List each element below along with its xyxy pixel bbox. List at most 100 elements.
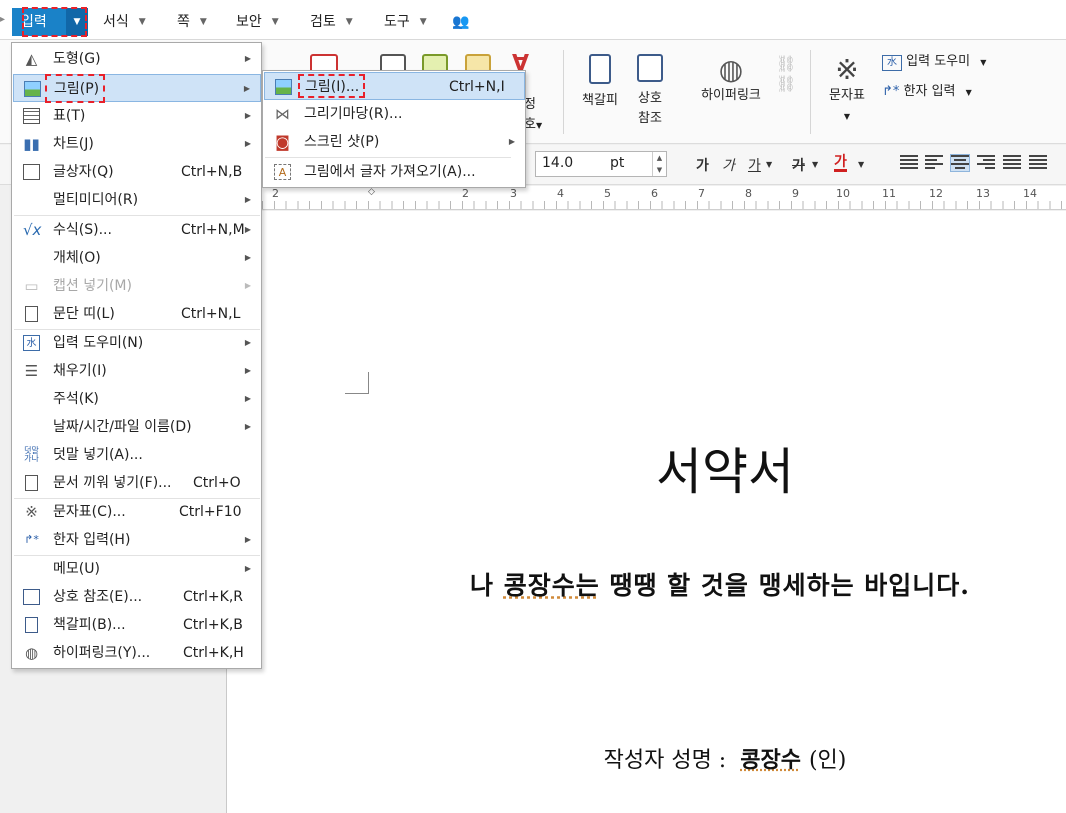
font-color-button[interactable]: 가 [834,155,847,172]
italic-button[interactable]: 가 [722,155,735,175]
menu-item-input-helper[interactable]: 水 입력 도우미(N) ▶ [13,329,261,357]
menu-item-hanja[interactable]: ↱* 한자 입력(H) ▶ [13,526,261,554]
bookmark-label: 책갈피 [582,93,618,108]
menu-item-insert-document[interactable]: 문서 끼워 넣기(F)... Ctrl+O [13,469,261,497]
bookmark-icon [25,617,38,633]
menu-item-caption: ▭ 캡션 넣기(M) ▶ [13,272,261,300]
picture-submenu: 그림(I)... Ctrl+N,I ⋈ 그리기마당(R)... ◙ 스크린 샷(P) ▶… [262,70,526,188]
chevron-down-icon: ▼ [419,17,427,27]
menu-item-label: 입력 도우미(N) [53,335,144,351]
menu-item-label: 책갈피(B)... [53,617,126,633]
hanja-input-button[interactable]: ↱* 한자 입력 ▼ [882,82,972,103]
menu-item-label: 글상자(Q) [53,164,114,180]
menu-item-shortcut: Ctrl+K,H [183,645,244,661]
tab-page[interactable]: 쪽 ▼ [177,10,207,34]
tab-input[interactable]: 입력 ▼ [12,8,88,36]
menu-item-symbols[interactable]: ※ 문자표(C)... Ctrl+F10 [13,498,261,526]
ruler[interactable]: 2 ◇ 2 3 4 5 6 7 8 9 10 11 12 13 14 [262,186,1066,210]
submenu-item-clipart[interactable]: ⋈ 그리기마당(R)... [264,100,525,128]
menu-item-shape[interactable]: ◭ 도형(G) ▶ [13,45,261,73]
submenu-arrow-icon: ▶ [244,366,251,375]
tab-format-label: 서식 [103,14,129,30]
menu-bar: ▸ 입력 ▼ 서식 ▼ 쪽 ▼ 보안 ▼ 검토 ▼ 도구 ▼ 👥 [0,0,1066,40]
menu-item-textbox[interactable]: 글상자(Q) Ctrl+N,B [13,158,261,186]
doc-signature-line: 작성자 성명 : 콩장수 (인) [520,742,930,774]
menu-item-table[interactable]: 표(T) ▶ [13,102,261,130]
menu-item-paragraph-band[interactable]: 문단 띠(L) Ctrl+N,L [13,300,261,328]
menu-item-equation[interactable]: √x 수식(S)... Ctrl+N,M ▶ [13,216,261,244]
underline-button[interactable]: 가 [748,155,761,175]
sign-name: 콩장수 [740,747,801,773]
chevron-down-icon[interactable]: ▼ [766,160,772,169]
ruler-ticks [262,201,1066,209]
tab-review[interactable]: 검토 ▼ [310,10,353,34]
document-page[interactable] [226,211,1066,813]
menu-item-label: 차트(J) [53,136,94,152]
submenu-item-picture[interactable]: 그림(I)... Ctrl+N,I [264,72,525,100]
menu-item-fill[interactable]: ☰ 채우기(I) ▶ [13,357,261,385]
ruler-label: 2 [462,187,469,200]
menu-item-shortcut: Ctrl+N,L [181,306,241,322]
align-distribute-button[interactable] [1003,155,1021,171]
table-icon [23,108,40,124]
align-left-button[interactable] [925,155,943,171]
tab-tools-label: 도구 [384,14,410,30]
menu-item-picture[interactable]: 그림(P) ▶ [13,74,261,102]
hyperlink-button[interactable]: ◍ 하이퍼링크 [693,54,769,106]
link-icon[interactable]: ⛓ ⛓ [776,54,796,94]
submenu-item-shortcut: Ctrl+N,I [449,79,505,95]
bookmark-button[interactable]: 책갈피 [578,54,622,111]
ruler-label: 3 [510,187,517,200]
tab-tools[interactable]: 도구 ▼ [384,10,427,34]
align-center-button[interactable] [950,154,970,172]
crossref-button[interactable]: 상호 참조 [630,54,670,129]
oath-post: 땡땡 할 것을 맹세하는 바입니다. [599,571,970,600]
align-right-button[interactable] [977,155,995,171]
submenu-item-label: 그림(I)... [305,79,360,95]
menu-item-label: 캡션 넣기(M) [53,278,132,294]
align-justify-button[interactable] [900,155,918,171]
chevron-down-icon[interactable]: ▼ [858,160,864,169]
submenu-item-screenshot[interactable]: ◙ 스크린 샷(P) ▶ [264,128,525,156]
ruler-indent-marker-icon[interactable]: ◇ [368,187,375,197]
chevron-down-icon: ▼ [199,17,207,27]
menu-item-ruby[interactable]: 덧말 가나 덧말 넣기(A)... [13,441,261,469]
bold-button[interactable]: 가 [696,155,709,175]
menu-item-annotation[interactable]: 주석(K) ▶ [13,385,261,413]
butterfly-icon: ⋈ [275,105,290,123]
symbols-button[interactable]: ※ 문자표 ▼ [824,54,870,127]
menu-item-bookmark[interactable]: 책갈피(B)... Ctrl+K,B [13,611,261,639]
menu-item-label: 메모(U) [53,561,100,577]
menu-item-memo[interactable]: 메모(U) ▶ [13,555,261,583]
ribbon-partial-label: 정 호▼ [524,97,543,132]
menu-item-object[interactable]: 개체(O) ▶ [13,244,261,272]
menu-item-shortcut: Ctrl+O [193,475,241,491]
menu-item-label: 문단 띠(L) [53,306,115,322]
submenu-arrow-icon: ▶ [244,535,251,544]
page-margin-corner [345,372,369,394]
submenu-item-ocr[interactable]: A 그림에서 글자 가져오기(A)... [264,158,525,186]
menu-item-datetime[interactable]: 날짜/시간/파일 이름(D) ▶ [13,413,261,441]
tab-format[interactable]: 서식 ▼ [103,10,146,34]
menu-item-hyperlink[interactable]: ◍ 하이퍼링크(Y)... Ctrl+K,H [13,639,261,667]
ruler-label: 13 [976,187,990,200]
align-divide-button[interactable] [1029,155,1047,171]
asterisk-symbol-icon: ※ [835,53,859,86]
ocr-text-icon: A [274,164,291,180]
menu-item-chart[interactable]: ▮▮ 차트(J) ▶ [13,130,261,158]
chevron-down-icon: ▼ [980,58,987,67]
fill-icon: ☰ [24,362,39,380]
menu-item-multimedia[interactable]: 멀티미디어(R) ▶ [13,186,261,214]
tab-input-dropdown-icon[interactable]: ▼ [66,8,88,36]
menu-item-label: 상호 참조(E)... [53,589,143,605]
users-icon[interactable]: 👥 [452,10,469,34]
page-icon [25,306,38,322]
menu-item-label: 개체(O) [53,250,101,266]
font-size-input[interactable]: 14.0 pt ▲ ▼ [535,151,667,177]
strikethrough-button[interactable]: 가 [792,155,805,175]
chevron-down-icon[interactable]: ▼ [812,160,818,169]
menu-item-crossref[interactable]: 상호 참조(E)... Ctrl+K,R [13,583,261,611]
tab-security[interactable]: 보안 ▼ [236,10,279,34]
spin-buttons[interactable]: ▲ ▼ [652,152,666,176]
input-helper-button[interactable]: 水 입력 도우미 ▼ [882,52,986,73]
